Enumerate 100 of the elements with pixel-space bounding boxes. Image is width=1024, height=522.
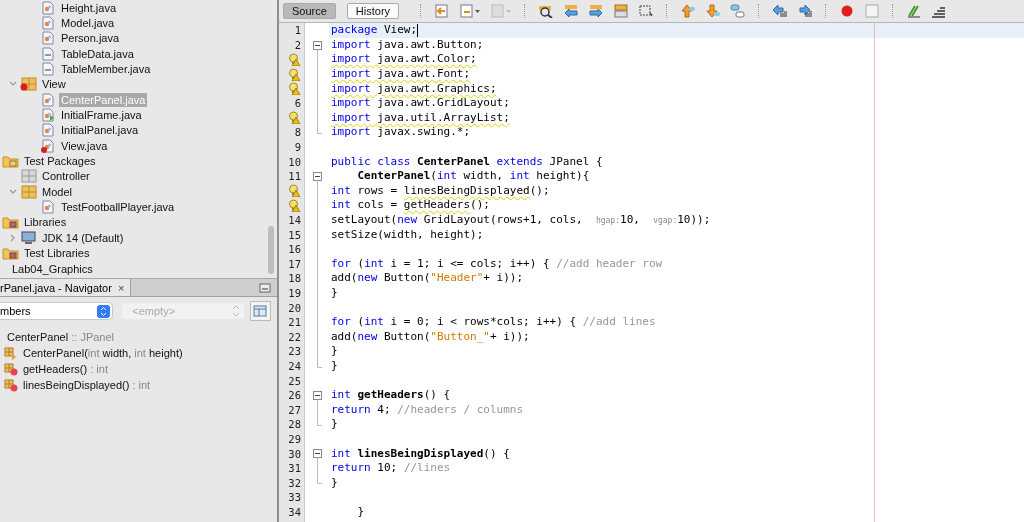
tree-item[interactable]: Test Libraries <box>22 246 92 261</box>
tree-item[interactable]: TableData.java <box>59 46 136 61</box>
layout-toggle-button[interactable] <box>249 301 271 321</box>
code-line: add(new Button("Button_"+ i)); <box>331 329 530 344</box>
line-number: 27 <box>288 403 301 416</box>
warning-bulb-icon[interactable] <box>288 53 301 66</box>
collapsed-caret-icon[interactable] <box>8 233 17 242</box>
tree-item[interactable]: Controller <box>40 169 92 184</box>
method-icon <box>4 362 18 376</box>
navigator-member[interactable]: getHeaders() : int <box>23 363 108 375</box>
arrow-down-icon[interactable] <box>705 4 722 18</box>
code-line: } <box>356 504 365 519</box>
class-header: CenterPanel :: JPanel <box>6 331 114 343</box>
navigator-tab-title: rPanel.java - Navigator <box>0 281 112 294</box>
code-line: import java.awt.GridLayout; <box>331 96 510 111</box>
document-dropdown-icon[interactable] <box>459 4 482 18</box>
tree-item[interactable]: InitialFrame.java <box>59 108 144 123</box>
code-line: setSize(width, height); <box>331 227 484 242</box>
editor-tab[interactable]: Source <box>283 3 336 19</box>
tree-item[interactable]: Model.java <box>59 16 117 30</box>
library-folder-icon <box>2 246 19 260</box>
warning-bulb-icon[interactable] <box>288 67 301 81</box>
scrollbar-thumb[interactable] <box>268 226 274 274</box>
interface-file-icon <box>40 46 56 61</box>
code-line: import java.awt.Font; <box>331 67 471 82</box>
class-file-icon <box>40 200 56 215</box>
line-number: 24 <box>288 359 301 372</box>
tree-item[interactable]: View.java <box>59 138 110 153</box>
warning-bulb-icon[interactable] <box>288 111 301 125</box>
warning-bulb-icon[interactable] <box>288 184 301 198</box>
warning-bulb-icon[interactable] <box>288 82 301 96</box>
line-number: 22 <box>288 330 301 343</box>
minimize-icon[interactable] <box>259 282 271 293</box>
line-number: 9 <box>294 141 301 154</box>
code-line: import java.awt.Graphics; <box>331 81 497 96</box>
line-number: 6 <box>294 97 301 110</box>
tree-item[interactable]: JDK 14 (Default) <box>40 230 126 245</box>
line-number: 33 <box>288 491 301 504</box>
arrow-right-icon[interactable] <box>588 4 605 18</box>
shapes-icon[interactable] <box>730 4 747 18</box>
tree-item[interactable]: TableMember.java <box>59 62 153 77</box>
tree-item[interactable]: Height.java <box>59 0 119 15</box>
line-number: 11 <box>288 170 301 183</box>
filter-dropdown[interactable]: mbers <box>0 303 113 319</box>
tree-item[interactable]: InitialPanel.java <box>59 123 141 138</box>
expanded-caret-icon[interactable] <box>8 187 17 196</box>
editor-tab[interactable]: History <box>346 3 400 19</box>
line-number: 25 <box>288 374 301 387</box>
class-file-icon <box>40 31 56 46</box>
line-number: 34 <box>288 505 301 518</box>
comment-lines-icon[interactable] <box>906 4 923 18</box>
close-button[interactable]: × <box>117 281 125 294</box>
code-line: int cols = getHeaders(); <box>331 198 490 213</box>
tree-item[interactable]: View <box>40 77 68 92</box>
tree-item[interactable]: Test Packages <box>22 154 98 169</box>
shift-right-icon[interactable] <box>797 4 814 18</box>
fold-end-icon <box>316 125 322 135</box>
shift-left-icon[interactable] <box>772 4 789 18</box>
package-icon <box>20 184 37 199</box>
code-line: } <box>331 358 338 373</box>
line-number: 26 <box>288 389 301 402</box>
stepper-icon <box>231 305 240 317</box>
code-line: int rows = linesBeingDisplayed(); <box>331 183 550 198</box>
dashed-selection-icon[interactable] <box>638 4 655 18</box>
navigator-member[interactable]: CenterPanel(int width, int height) <box>23 347 183 359</box>
uncomment-lines-icon[interactable] <box>931 4 948 18</box>
class-file-icon <box>40 0 56 15</box>
library-folder-icon <box>2 216 19 229</box>
code-line: return 4; //headers / columns <box>331 402 524 417</box>
tree-item[interactable]: Person.java <box>59 31 122 46</box>
code-line: } <box>331 344 338 359</box>
arrow-left-icon[interactable] <box>563 4 580 18</box>
package-icon <box>20 169 37 184</box>
line-number: 18 <box>288 272 301 285</box>
code-line: package View; <box>331 23 418 38</box>
code-line: import java.awt.Button; <box>331 37 484 52</box>
navigator-member[interactable]: linesBeingDisplayed() : int <box>23 379 151 391</box>
line-number: 16 <box>288 243 301 256</box>
line-number: 20 <box>288 301 301 314</box>
method-icon <box>4 378 18 392</box>
tree-item[interactable]: Model <box>40 184 74 199</box>
tree-item[interactable]: Lab04_Graphics <box>10 261 95 276</box>
monitor-icon <box>20 230 37 245</box>
class-file-icon <box>40 92 56 107</box>
navigator-tab[interactable]: rPanel.java - Navigator × <box>0 279 132 296</box>
stacked-rectangles-icon[interactable] <box>613 4 630 18</box>
warning-bulb-icon[interactable] <box>288 198 301 212</box>
class-file-icon <box>40 16 56 30</box>
tree-item[interactable]: TestFootballPlayer.java <box>59 200 177 215</box>
line-number: 2 <box>294 38 301 51</box>
fold-toggle-icon[interactable] <box>312 446 322 462</box>
code-line: } <box>331 417 338 432</box>
code-line: setLayout(new GridLayout(rows+1, cols, hgap:10, vgap:10)); <box>331 212 711 228</box>
line-number: 17 <box>288 257 301 270</box>
interface-file-icon <box>40 62 56 77</box>
line-number: 29 <box>288 432 301 445</box>
code-line: add(new Button("Header"+ i)); <box>331 271 524 286</box>
arrow-up-icon[interactable] <box>680 4 697 18</box>
search-icon[interactable] <box>538 4 555 18</box>
tree-item[interactable]: Libraries <box>22 215 69 230</box>
